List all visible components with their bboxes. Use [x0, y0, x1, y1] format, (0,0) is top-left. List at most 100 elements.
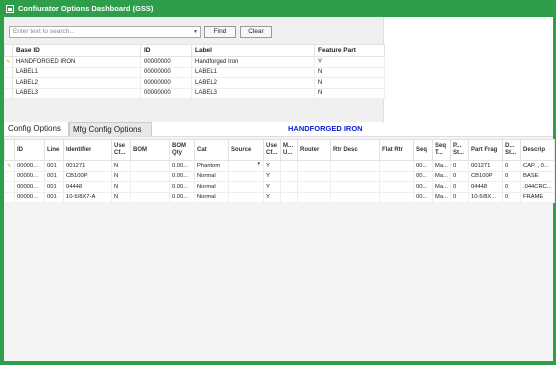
cell-use-cf-2[interactable]: Y [263, 160, 281, 172]
cell-bom-qty[interactable]: 0.00... [169, 171, 195, 182]
cell-part-frag[interactable]: 001271 [468, 160, 503, 172]
cell-seq[interactable]: 00... [413, 181, 433, 193]
cell-p-st[interactable]: 0 [450, 160, 469, 172]
cell-part-frag[interactable]: CB100P [468, 171, 503, 182]
cell-feature-part[interactable]: N [314, 88, 385, 99]
cell-source[interactable]: ▼ [228, 160, 264, 172]
cell-seq[interactable]: 00... [413, 192, 433, 203]
column-header-use-cf[interactable]: Use Cf... [111, 139, 131, 161]
cell-rtr-desc[interactable] [330, 160, 380, 172]
cell-identifier[interactable]: 001271 [63, 160, 112, 172]
column-header-use-cf-2[interactable]: Use Cf... [263, 139, 281, 161]
search-input[interactable]: Enter text to search... ▼ [9, 26, 201, 38]
cell-identifier[interactable]: 04448 [63, 181, 112, 193]
cell-bom-qty[interactable]: 0.00... [169, 160, 195, 172]
table-row[interactable]: 00000... 001 04448 N 0.00... Normal Y 00... Ma..… [4, 181, 555, 193]
cell-d-st[interactable]: 0 [502, 192, 521, 203]
cell-descrip[interactable]: FRAME [520, 192, 555, 203]
column-header-id[interactable]: ID [14, 139, 45, 161]
cell-router[interactable] [297, 160, 331, 172]
cell-base-id[interactable]: LABEL3 [12, 88, 141, 99]
cell-identifier[interactable]: 10-5/8X7-A [63, 192, 112, 203]
column-header-bom-qty[interactable]: BOM Qty [169, 139, 195, 161]
cell-router[interactable] [297, 181, 331, 193]
column-header-mu[interactable]: M... U... [280, 139, 298, 161]
find-button[interactable]: Find [204, 26, 236, 38]
cell-use-cf-2[interactable]: Y [263, 171, 281, 182]
cell-label[interactable]: LABEL1 [191, 67, 315, 78]
cell-use-cf[interactable]: N [111, 181, 131, 193]
cell-part-frag[interactable]: 10-5/8X... [468, 192, 503, 203]
cell-flat-rtr[interactable] [379, 192, 414, 203]
cell-bom[interactable] [130, 160, 170, 172]
column-header-feature-part[interactable]: Feature Part [314, 44, 385, 57]
table-row[interactable]: ✎ HANDFORGED IRON 00000000 Handforged Ir… [4, 56, 385, 68]
cell-use-cf[interactable]: N [111, 171, 131, 182]
cell-line[interactable]: 001 [44, 181, 64, 193]
cell-flat-rtr[interactable] [379, 160, 414, 172]
cell-use-cf[interactable]: N [111, 192, 131, 203]
cell-seq[interactable]: 00... [413, 160, 433, 172]
cell-mu[interactable] [280, 181, 298, 193]
cell-rtr-desc[interactable] [330, 181, 380, 193]
cell-bom[interactable] [130, 192, 170, 203]
column-header-rtr-desc[interactable]: Rtr Desc [330, 139, 380, 161]
cell-id[interactable]: 00000... [14, 160, 45, 172]
cell-id[interactable]: 00000000 [140, 88, 192, 99]
cell-seq-t[interactable]: Ma... [432, 181, 451, 193]
column-header-d-st[interactable]: D... St... [502, 139, 521, 161]
table-row[interactable]: LABEL1 00000000 LABEL1 N [4, 67, 385, 78]
table-row[interactable]: LABEL3 00000000 LABEL3 N [4, 88, 385, 99]
column-header-source[interactable]: Source [228, 139, 264, 161]
cell-bom-qty[interactable]: 0.00... [169, 181, 195, 193]
cell-source[interactable] [228, 171, 264, 182]
cell-p-st[interactable]: 0 [450, 181, 469, 193]
cell-d-st[interactable]: 0 [502, 181, 521, 193]
column-header-router[interactable]: Router [297, 139, 331, 161]
cell-mu[interactable] [280, 192, 298, 203]
cell-id[interactable]: 00000000 [140, 56, 192, 68]
cell-router[interactable] [297, 171, 331, 182]
cell-bom-qty[interactable]: 0.00... [169, 192, 195, 203]
cell-feature-part[interactable]: Y [314, 56, 385, 68]
clear-button[interactable]: Clear [240, 26, 272, 38]
column-header-seq[interactable]: Seq [413, 139, 433, 161]
cell-cat[interactable]: Normal [194, 181, 229, 193]
cell-label[interactable]: LABEL2 [191, 77, 315, 89]
cell-bom[interactable] [130, 181, 170, 193]
cell-cat[interactable]: Normal [194, 171, 229, 182]
column-header-base-id[interactable]: Base ID [12, 44, 141, 57]
table-row[interactable]: 00000... 001 CB100P N 0.00... Normal Y 00... Ma.… [4, 171, 555, 182]
cell-seq[interactable]: 00... [413, 171, 433, 182]
chevron-down-icon[interactable]: ▼ [257, 161, 261, 166]
column-header-descrip[interactable]: Descrip [520, 139, 555, 161]
cell-identifier[interactable]: CB100P [63, 171, 112, 182]
cell-id[interactable]: 00000... [14, 181, 45, 193]
cell-source[interactable] [228, 181, 264, 193]
cell-base-id[interactable]: LABEL2 [12, 77, 141, 89]
cell-label[interactable]: Handforged Iron [191, 56, 315, 68]
cell-seq-t[interactable]: Ma... [432, 160, 451, 172]
cell-router[interactable] [297, 192, 331, 203]
cell-descrip[interactable]: BASE [520, 171, 555, 182]
column-header-seq-t[interactable]: Seq T... [432, 139, 451, 161]
cell-use-cf-2[interactable]: Y [263, 192, 281, 203]
table-row[interactable]: LABEL2 00000000 LABEL2 N [4, 77, 385, 89]
cell-d-st[interactable]: 0 [502, 171, 521, 182]
cell-feature-part[interactable]: N [314, 77, 385, 89]
cell-source[interactable] [228, 192, 264, 203]
cell-flat-rtr[interactable] [379, 171, 414, 182]
column-header-p-st[interactable]: P... St... [450, 139, 469, 161]
cell-id[interactable]: 00000000 [140, 77, 192, 89]
column-header-identifier[interactable]: Identifier [63, 139, 112, 161]
cell-part-frag[interactable]: 04448 [468, 181, 503, 193]
cell-bom[interactable] [130, 171, 170, 182]
column-header-line[interactable]: Line [44, 139, 64, 161]
chevron-down-icon[interactable]: ▼ [193, 27, 198, 37]
cell-mu[interactable] [280, 171, 298, 182]
column-header-cat[interactable]: Cat [194, 139, 229, 161]
table-row[interactable]: ✎ 00000... 001 001271 N 0.00... Phantom ▼ Y 00...… [4, 160, 555, 172]
cell-p-st[interactable]: 0 [450, 192, 469, 203]
cell-seq-t[interactable]: Ma... [432, 192, 451, 203]
cell-feature-part[interactable]: N [314, 67, 385, 78]
